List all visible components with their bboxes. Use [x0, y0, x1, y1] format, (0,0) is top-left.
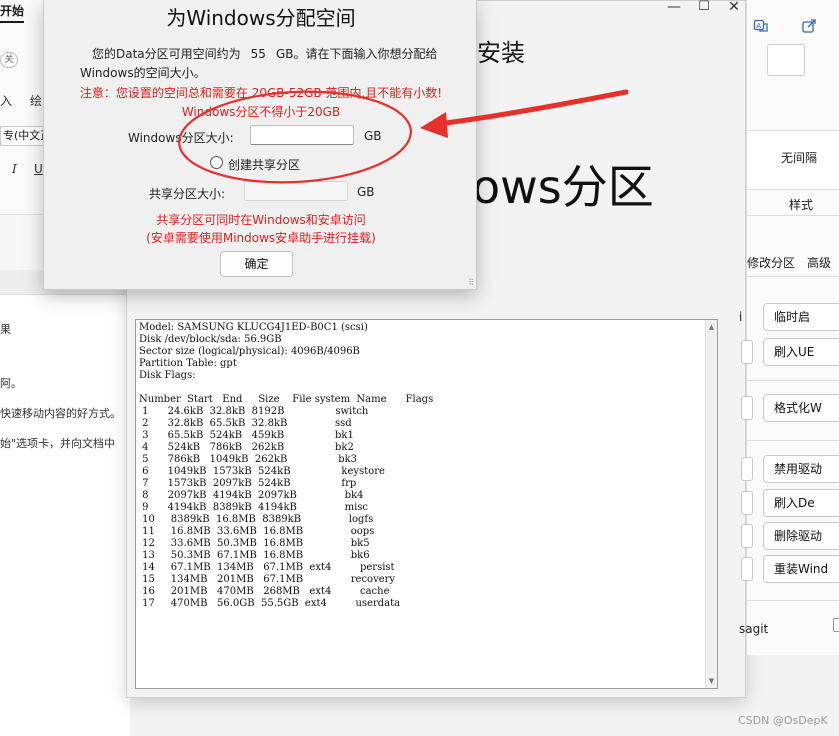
- partial-button[interactable]: [741, 457, 753, 481]
- warning-range-text: 注意：您设置的空间总和需要在 20GB-52GB 范围内,且不能有小数!: [79, 86, 443, 100]
- flash-de-button[interactable]: 刷入De: [763, 489, 839, 517]
- format-windows-button[interactable]: 格式化W: [763, 394, 839, 422]
- dialog-info: 您的Data分区可用空间约为 55 GB。请在下面输入你想分配给 Windows的空…: [80, 45, 460, 83]
- tab-advanced[interactable]: 高级: [807, 254, 831, 271]
- word-document-page[interactable]: 果 阿。 快速移动内容的好方式。 始"选项卡，并向文档中: [0, 295, 130, 736]
- windows-size-label: Windows分区大小:: [128, 131, 234, 145]
- minimize-button[interactable]: —: [659, 0, 689, 15]
- maximize-button[interactable]: ☐: [689, 0, 719, 14]
- info-text-part2: GB。请在下面输入你想分配给: [275, 47, 438, 61]
- panel-divider: [747, 276, 839, 277]
- partial-button[interactable]: [741, 524, 753, 548]
- translate-icon[interactable]: A: [753, 18, 769, 38]
- partial-button[interactable]: [741, 396, 753, 420]
- scroll-down-icon[interactable]: ▼: [706, 677, 717, 685]
- create-shared-radio[interactable]: [210, 156, 223, 169]
- scroll-up-icon[interactable]: ▲: [706, 323, 717, 331]
- temp-boot-button[interactable]: 临时启: [763, 303, 839, 331]
- info-text-part1: 您的Data分区可用空间约为: [92, 47, 241, 61]
- dialog-title: 为Windows分配空间: [166, 6, 356, 30]
- ribbon-item-insert[interactable]: 入: [0, 92, 12, 109]
- doc-line: 始"选项卡，并向文档中: [0, 437, 116, 450]
- warning-min-text: Windows分区不得小于20GB: [181, 105, 341, 119]
- tab-modify-partition[interactable]: 修改分区: [747, 254, 795, 271]
- info-available-value: 55: [250, 47, 266, 61]
- font-name-box[interactable]: 专(中文正: [0, 126, 44, 146]
- style-no-spacing[interactable]: 无间隔: [781, 149, 817, 166]
- flash-uefi-button[interactable]: 刷入UE: [763, 338, 839, 366]
- shared-size-unit: GB: [357, 185, 375, 199]
- ribbon-item-draw[interactable]: 绘: [30, 92, 42, 109]
- ok-button[interactable]: 确定: [220, 251, 293, 277]
- partial-button[interactable]: [741, 340, 753, 364]
- console-text: Model: SAMSUNG KLUCG4J1ED-B0C1 (scsi) Di…: [139, 322, 434, 609]
- styles-label: 样式: [789, 198, 814, 212]
- panel-divider: [747, 380, 839, 381]
- style-gallery[interactable]: 无间隔: [747, 130, 839, 190]
- allocate-space-dialog: 为Windows分配空间 您的Data分区可用空间约为 55 GB。请在下面输入你想…: [43, 0, 477, 290]
- partial-label: i: [739, 310, 743, 324]
- installer-big-title: ows分区: [472, 160, 654, 214]
- tab-start[interactable]: 开始: [0, 2, 25, 23]
- toggle-pill[interactable]: 关: [0, 52, 18, 68]
- info-text-line2: Windows的空间大小。: [80, 66, 206, 80]
- right-panel: A 无间隔 样式 修改分区 高级 i 临时启 刷入UE 格式化W 禁用驱动 刷入…: [739, 0, 839, 655]
- shared-note-2: (安卓需要使用Mindows安卓助手进行挂载): [146, 231, 376, 245]
- reinstall-windows-button[interactable]: 重装Wind: [763, 555, 839, 583]
- partial-button[interactable]: [741, 491, 753, 515]
- device-codename: sagit: [739, 622, 769, 636]
- installer-heading: 安装: [477, 39, 525, 67]
- delete-driver-button[interactable]: 删除驱动: [763, 522, 839, 550]
- share-icon[interactable]: [801, 18, 817, 38]
- create-shared-label[interactable]: 创建共享分区: [228, 156, 300, 173]
- option-checkbox[interactable]: [833, 618, 839, 632]
- resize-grip-icon[interactable]: ⠿: [468, 278, 474, 287]
- partition-table-output[interactable]: Model: SAMSUNG KLUCG4J1ED-B0C1 (scsi) Di…: [135, 319, 718, 689]
- shared-size-input[interactable]: [244, 181, 348, 201]
- doc-line: 阿。: [0, 377, 22, 390]
- close-button[interactable]: ✕: [719, 0, 749, 15]
- panel-input-box[interactable]: [767, 44, 805, 76]
- italic-button[interactable]: I: [12, 162, 17, 176]
- console-scrollbar[interactable]: ▲ ▼: [705, 320, 717, 688]
- shared-size-label: 共享分区大小:: [149, 187, 226, 201]
- underline-button[interactable]: U: [34, 162, 43, 176]
- windows-size-input[interactable]: [250, 125, 354, 145]
- panel-divider: [747, 600, 839, 601]
- disable-driver-button[interactable]: 禁用驱动: [763, 455, 839, 483]
- windows-size-unit: GB: [364, 129, 382, 143]
- shared-note-1: 共享分区可同时在Windows和安卓访问: [156, 213, 366, 227]
- partial-button[interactable]: [741, 557, 753, 581]
- panel-divider: [747, 215, 839, 216]
- doc-line: 快速移动内容的好方式。: [0, 407, 121, 420]
- svg-text:A: A: [756, 22, 761, 30]
- watermark: CSDN @OsDepK: [738, 714, 828, 727]
- doc-line: 果: [0, 323, 11, 336]
- panel-divider: [747, 440, 839, 441]
